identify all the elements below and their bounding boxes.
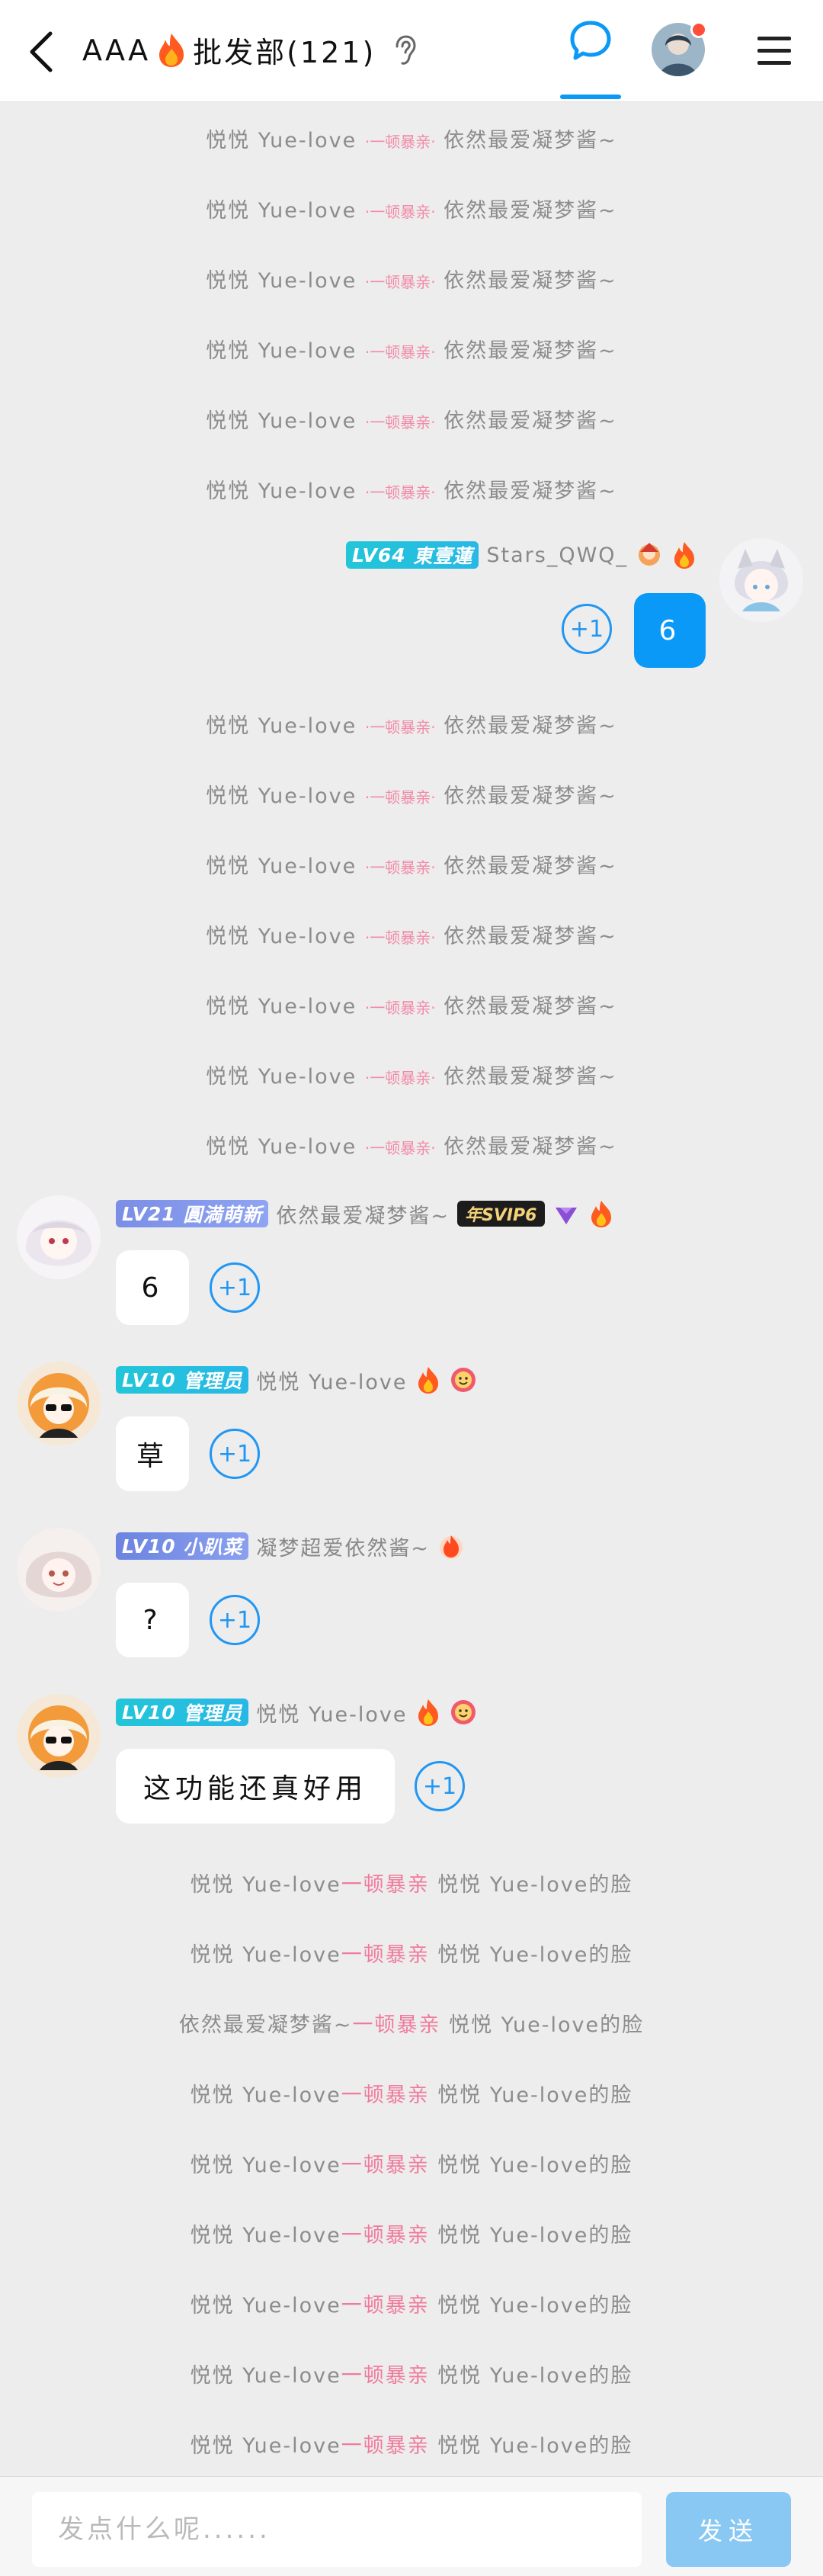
- smile-badge-icon: [451, 1368, 476, 1392]
- chat-bubble-icon: [570, 21, 611, 60]
- smile-badge-icon: [451, 1700, 476, 1724]
- system-notice: 悦悦 Yue-love ·一顿暴亲· 依然最爱凝梦酱~: [206, 480, 617, 503]
- plus-one-button[interactable]: +1: [210, 1262, 260, 1313]
- message-bubble[interactable]: 6: [116, 1250, 189, 1325]
- sender-info: LV64 東壹蓮 Stars_QWQ_: [346, 540, 698, 570]
- level-badge: LV10 管理员: [116, 1366, 249, 1394]
- chat-title-prefix: AAA: [82, 33, 151, 67]
- system-notice: 悦悦 Yue-love一顿暴亲 悦悦 Yue-love的脸: [190, 2294, 633, 2318]
- system-notice: 依然最爱凝梦酱~一顿暴亲 悦悦 Yue-love的脸: [178, 2013, 645, 2037]
- plus-one-button[interactable]: +1: [562, 604, 612, 654]
- system-notice: 悦悦 Yue-love ·一顿暴亲· 依然最爱凝梦酱~: [206, 995, 617, 1019]
- system-notice: 悦悦 Yue-love ·一顿暴亲· 依然最爱凝梦酱~: [206, 339, 617, 363]
- notification-dot: [690, 21, 707, 38]
- sender-avatar[interactable]: [719, 538, 803, 622]
- system-notice: 悦悦 Yue-love ·一顿暴亲· 依然最爱凝梦酱~: [206, 409, 617, 433]
- svip-badge: 年SVIP6: [457, 1201, 545, 1227]
- chat-title-name: 批发部(121): [193, 36, 376, 69]
- message-input[interactable]: [32, 2492, 642, 2567]
- system-notice: 悦悦 Yue-love一顿暴亲 悦悦 Yue-love的脸: [190, 2084, 633, 2107]
- system-notice: 悦悦 Yue-love一顿暴亲 悦悦 Yue-love的脸: [190, 2364, 633, 2388]
- sender-name[interactable]: 依然最爱凝梦酱~: [276, 1199, 450, 1229]
- system-notice: 悦悦 Yue-love ·一顿暴亲· 依然最爱凝梦酱~: [206, 269, 617, 293]
- ear-icon: [395, 34, 416, 65]
- fire-badge-icon: [591, 1201, 611, 1227]
- system-notice: 悦悦 Yue-love ·一顿暴亲· 依然最爱凝梦酱~: [206, 1135, 617, 1159]
- fire-badge-icon: [674, 542, 695, 569]
- message-bubble[interactable]: 这功能还真好用: [116, 1749, 395, 1824]
- system-notice: 悦悦 Yue-love ·一顿暴亲· 依然最爱凝梦酱~: [206, 784, 617, 808]
- sender-name[interactable]: 凝梦超爱依然酱~: [256, 1532, 430, 1561]
- system-notice: 悦悦 Yue-love ·一顿暴亲· 依然最爱凝梦酱~: [206, 129, 617, 152]
- plus-one-button[interactable]: +1: [415, 1761, 465, 1811]
- level-badge: LV10 管理员: [116, 1699, 249, 1726]
- sender-name[interactable]: 悦悦 Yue-love: [256, 1698, 407, 1727]
- system-notice: 悦悦 Yue-love ·一顿暴亲· 依然最爱凝梦酱~: [206, 714, 617, 738]
- fire-badge-icon: [418, 1699, 439, 1726]
- system-notice: 悦悦 Yue-love ·一顿暴亲· 依然最爱凝梦酱~: [206, 925, 617, 948]
- sender-info: LV21 圓満萌新 依然最爱凝梦酱~ 年SVIP6: [116, 1198, 615, 1229]
- sender-avatar[interactable]: [17, 1694, 101, 1778]
- input-bar: 发送: [0, 2476, 823, 2576]
- sender-name[interactable]: 悦悦 Yue-love: [256, 1365, 407, 1395]
- chat-title[interactable]: AAA 批发部(121): [82, 29, 418, 71]
- active-tab-indicator: [560, 95, 621, 99]
- system-notice: 悦悦 Yue-love一顿暴亲 悦悦 Yue-love的脸: [190, 1943, 633, 1967]
- system-notice: 悦悦 Yue-love一顿暴亲 悦悦 Yue-love的脸: [190, 2434, 633, 2458]
- diamond-badge-icon: [555, 1208, 577, 1224]
- sender-name[interactable]: Stars_QWQ_: [486, 544, 628, 567]
- level-badge: LV64 東壹蓮: [346, 541, 479, 569]
- message-bubble[interactable]: ?: [116, 1583, 189, 1657]
- system-notice: 悦悦 Yue-love ·一顿暴亲· 依然最爱凝梦酱~: [206, 855, 617, 878]
- system-notice: 悦悦 Yue-love一顿暴亲 悦悦 Yue-love的脸: [190, 2224, 633, 2247]
- system-notice: 悦悦 Yue-love一顿暴亲 悦悦 Yue-love的脸: [190, 2154, 633, 2177]
- plus-one-button[interactable]: +1: [210, 1595, 260, 1645]
- message-bubble[interactable]: 草: [116, 1416, 189, 1491]
- character-badge-icon: [639, 543, 661, 566]
- level-badge: LV10 小趴菜: [116, 1532, 249, 1560]
- back-icon[interactable]: [23, 29, 61, 75]
- sender-avatar[interactable]: [17, 1362, 101, 1445]
- message-bubble[interactable]: 6: [634, 593, 706, 668]
- sender-avatar[interactable]: [17, 1195, 101, 1279]
- sender-avatar[interactable]: [17, 1528, 101, 1612]
- sender-info: LV10 管理员 悦悦 Yue-love: [116, 1365, 477, 1395]
- fire-badge-icon: [418, 1367, 439, 1394]
- send-button[interactable]: 发送: [666, 2492, 791, 2567]
- sender-info: LV10 管理员 悦悦 Yue-love: [116, 1697, 477, 1727]
- system-notice: 悦悦 Yue-love ·一顿暴亲· 依然最爱凝梦酱~: [206, 199, 617, 223]
- fire-icon: [159, 33, 184, 67]
- system-notice: 悦悦 Yue-love ·一顿暴亲· 依然最爱凝梦酱~: [206, 1065, 617, 1089]
- menu-icon[interactable]: [753, 30, 796, 70]
- system-notice: 悦悦 Yue-love一顿暴亲 悦悦 Yue-love的脸: [190, 1873, 633, 1897]
- fire-badge-icon: [440, 1535, 463, 1559]
- chat-tab[interactable]: [560, 17, 621, 99]
- level-badge: LV21 圓満萌新: [116, 1200, 269, 1227]
- plus-one-button[interactable]: +1: [210, 1429, 260, 1479]
- sender-info: LV10 小趴菜 凝梦超爱依然酱~: [116, 1531, 465, 1561]
- chat-header: AAA 批发部(121): [0, 0, 823, 102]
